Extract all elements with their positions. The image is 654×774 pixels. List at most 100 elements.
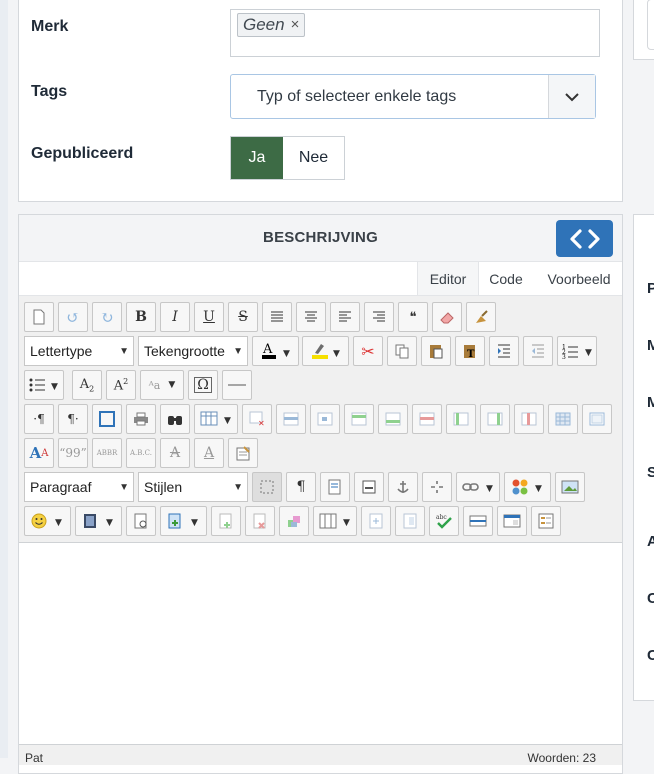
tags-placeholder: Typ of selecteer enkele tags — [257, 88, 457, 105]
merk-select[interactable]: Geen × — [230, 9, 600, 57]
bullet-list-icon[interactable]: ▼ — [24, 370, 64, 400]
text-case-icon[interactable]: ᴬa ▼ — [140, 370, 184, 400]
bold-icon[interactable]: B — [126, 302, 156, 332]
pagebreak-icon[interactable] — [354, 472, 384, 502]
toggle-code-button[interactable] — [556, 220, 613, 257]
ltr-direction-icon[interactable]: ·¶ — [24, 404, 54, 434]
row-insert-before-icon[interactable] — [344, 404, 374, 434]
insert-image-icon[interactable] — [555, 472, 585, 502]
attributes-icon[interactable] — [228, 438, 258, 468]
horizontal-rule-icon[interactable] — [222, 370, 252, 400]
insert-layer-icon[interactable] — [211, 506, 241, 536]
deletion-icon[interactable]: A — [160, 438, 190, 468]
redo-icon[interactable]: ↻ — [92, 302, 122, 332]
template-icon[interactable] — [320, 472, 350, 502]
unlink-icon[interactable] — [422, 472, 452, 502]
code-icon — [569, 228, 600, 249]
special-character-icon[interactable]: Ω — [188, 370, 218, 400]
table-delete-icon[interactable]: ✕ — [242, 404, 272, 434]
align-left-icon[interactable] — [330, 302, 360, 332]
div-edit-icon[interactable] — [395, 506, 425, 536]
editor-toolbar: ↺ ↻ B I U S ❝ Lettertype ▼ Tekengrootte ▼ … — [19, 296, 622, 543]
show-blocks-icon[interactable]: ¶ — [286, 472, 316, 502]
tags-select[interactable]: Typ of selecteer enkele tags — [230, 74, 596, 119]
superscript-icon[interactable]: A2 — [106, 370, 136, 400]
abbr-icon[interactable]: ABBR — [92, 438, 122, 468]
svg-text:▼: ▼ — [55, 518, 62, 528]
cite-icon[interactable]: “99” — [58, 438, 88, 468]
horizontal-line-icon[interactable] — [463, 506, 493, 536]
svg-text:▼: ▼ — [585, 348, 592, 358]
subscript-icon[interactable]: A2 — [72, 370, 102, 400]
italic-icon[interactable]: I — [160, 302, 190, 332]
emoticons-icon[interactable]: ▼ — [24, 506, 71, 536]
published-yes-button[interactable]: Ja — [231, 137, 283, 179]
move-layer-icon[interactable] — [279, 506, 309, 536]
insert-article-icon[interactable]: ▼ — [160, 506, 207, 536]
table-icon[interactable]: ▼ — [194, 404, 238, 434]
insertion-icon[interactable]: A — [194, 438, 224, 468]
published-no-button[interactable]: Nee — [283, 137, 344, 179]
status-path: Pat — [25, 751, 44, 765]
tab-editor[interactable]: Editor — [417, 262, 479, 295]
undo-icon[interactable]: ↺ — [58, 302, 88, 332]
indent-icon[interactable] — [489, 336, 519, 366]
right-top-field[interactable] — [647, 0, 654, 50]
rtl-direction-icon[interactable]: ¶· — [58, 404, 88, 434]
col-insert-before-icon[interactable] — [446, 404, 476, 434]
merge-cells-icon[interactable] — [582, 404, 612, 434]
cut-icon[interactable]: ✂ — [353, 336, 383, 366]
highlight-color-icon[interactable]: ▼ — [302, 336, 349, 366]
find-replace-icon[interactable] — [160, 404, 190, 434]
chip-remove-icon[interactable]: × — [291, 14, 300, 36]
readmore-icon[interactable] — [126, 506, 156, 536]
paste-icon[interactable] — [421, 336, 451, 366]
columns-icon[interactable]: ▼ — [313, 506, 357, 536]
numbered-list-icon[interactable]: 1 2 3 ▼ — [557, 336, 597, 366]
right-label: C — [647, 647, 654, 664]
paste-text-icon[interactable]: T — [455, 336, 485, 366]
col-insert-after-icon[interactable] — [480, 404, 510, 434]
iframe-icon[interactable] — [497, 506, 527, 536]
svg-text:▼: ▼ — [191, 518, 198, 528]
acronym-icon[interactable]: A.B.C. — [126, 438, 156, 468]
styleprops-icon[interactable]: AA — [24, 438, 54, 468]
clean-up-icon[interactable] — [466, 302, 496, 332]
text-color-icon[interactable]: A ▼ — [252, 336, 299, 366]
anchor-icon[interactable] — [388, 472, 418, 502]
spellcheck-icon[interactable]: abc — [429, 506, 459, 536]
split-cells-icon[interactable] — [548, 404, 578, 434]
form-icon[interactable] — [531, 506, 561, 536]
media-icon[interactable]: ▼ — [75, 506, 122, 536]
fullscreen-icon[interactable] — [92, 404, 122, 434]
outdent-icon[interactable] — [523, 336, 553, 366]
print-icon[interactable] — [126, 404, 156, 434]
new-document-icon[interactable] — [24, 302, 54, 332]
align-justify-icon[interactable] — [262, 302, 292, 332]
underline-icon[interactable]: U — [194, 302, 224, 332]
editor-content-area[interactable] — [19, 543, 622, 743]
col-delete-icon[interactable] — [514, 404, 544, 434]
table-row-props-icon[interactable] — [276, 404, 306, 434]
row-insert-after-icon[interactable] — [378, 404, 408, 434]
font-size-select[interactable]: Tekengrootte ▼ — [138, 336, 248, 366]
row-delete-icon[interactable] — [412, 404, 442, 434]
strikethrough-icon[interactable]: S — [228, 302, 258, 332]
styles-select[interactable]: Stijlen ▼ — [138, 472, 248, 502]
eraser-icon[interactable] — [432, 302, 462, 332]
link-icon[interactable]: ▼ — [456, 472, 500, 502]
align-right-icon[interactable] — [364, 302, 394, 332]
remove-layer-icon[interactable] — [245, 506, 275, 536]
tab-voorbeeld[interactable]: Voorbeeld — [541, 262, 617, 295]
div-insert-icon[interactable] — [361, 506, 391, 536]
table-cell-props-icon[interactable] — [310, 404, 340, 434]
joomla-icon[interactable]: ▼ — [504, 472, 551, 502]
font-family-select[interactable]: Lettertype ▼ — [24, 336, 134, 366]
align-center-icon[interactable] — [296, 302, 326, 332]
blockquote-icon[interactable]: ❝ — [398, 302, 428, 332]
tab-code[interactable]: Code — [481, 262, 531, 295]
visual-aid-icon[interactable] — [252, 472, 282, 502]
copy-icon[interactable] — [387, 336, 417, 366]
chevron-down-icon[interactable] — [548, 75, 595, 118]
block-format-select[interactable]: Paragraaf ▼ — [24, 472, 134, 502]
